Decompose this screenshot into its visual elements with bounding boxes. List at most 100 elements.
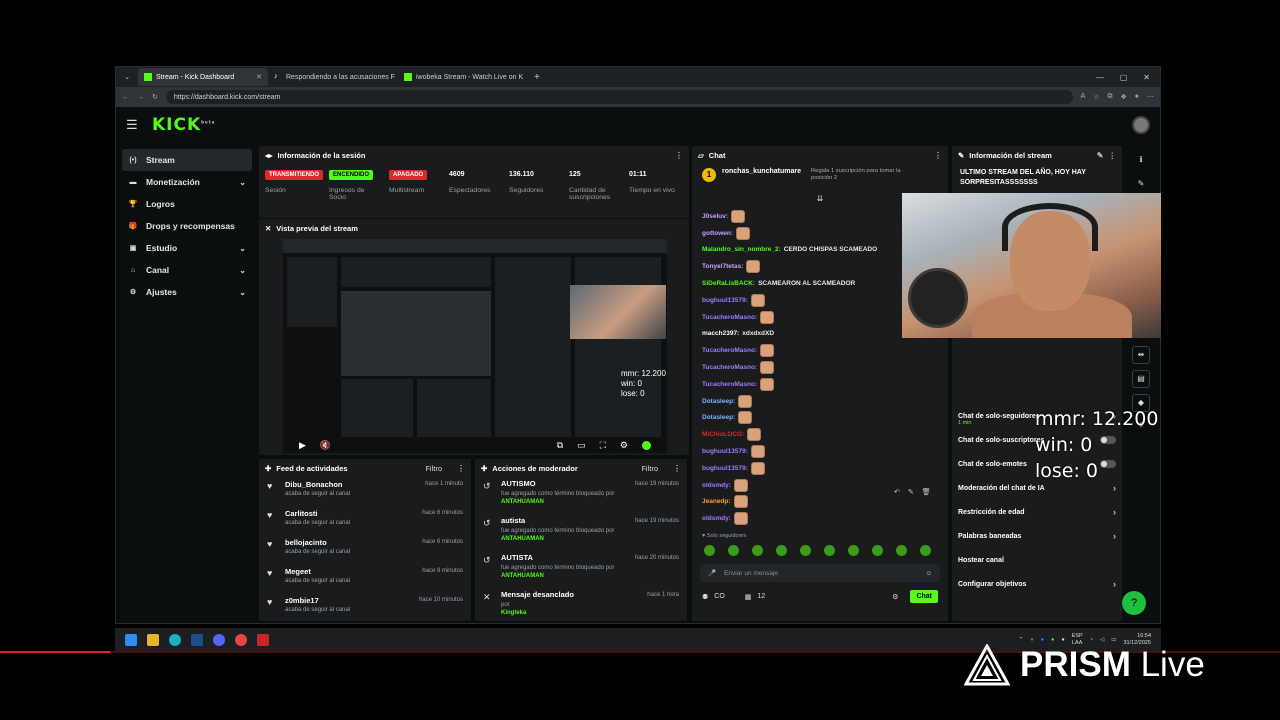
emoji-icon[interactable]: ☺ <box>925 570 932 577</box>
chat-message[interactable]: oldsmdy: <box>692 510 948 527</box>
collections-icon[interactable]: ❖ <box>1120 93 1126 101</box>
chat-settings-icon[interactable]: ⚙ <box>892 593 898 601</box>
setting-row[interactable]: Configurar objetivos › <box>952 572 1122 596</box>
emote-4-icon[interactable] <box>776 545 787 557</box>
feed-filter-button[interactable]: Filtro <box>425 464 442 473</box>
sidebar-item-canal[interactable]: ⌂ Canal ⌄ <box>122 259 252 281</box>
list-item[interactable]: ♥ Dibu_Bonachon acaba de seguir al canal ha… <box>259 477 471 506</box>
play-icon[interactable]: ▶ <box>299 440 306 451</box>
windows-start-icon[interactable] <box>125 634 137 646</box>
tray-app2-icon[interactable]: ● <box>1041 637 1044 643</box>
emote-7-icon[interactable] <box>848 545 859 557</box>
more-options-icon[interactable]: ⋮ <box>457 464 465 473</box>
chat-username[interactable]: gottowen: <box>702 230 733 237</box>
setting-row[interactable]: Palabras baneadas › <box>952 524 1122 548</box>
chevron-down-icon[interactable]: ⌄ <box>239 244 246 253</box>
more-options-icon[interactable]: ⋮ <box>1109 151 1117 160</box>
chat-message[interactable]: bughuul13579: <box>692 460 948 477</box>
unpin-icon[interactable]: ✕ <box>483 590 495 623</box>
setting-row[interactable]: Restricción de edad › <box>952 500 1122 524</box>
maximize-icon[interactable]: ▢ <box>1120 73 1128 82</box>
collapse-icon[interactable]: ✕ <box>265 224 271 233</box>
edit-icon[interactable]: ✎ <box>1097 151 1104 160</box>
undo-icon[interactable]: ↺ <box>483 516 495 549</box>
chevron-right-icon[interactable]: › <box>1113 483 1116 493</box>
list-item[interactable]: ♥ bellojacinto acaba de seguir al canal hac… <box>259 535 471 564</box>
help-icon[interactable]: ? <box>1122 591 1146 615</box>
stream-preview-video[interactable]: mmr: 12.200 win: 0 lose: 0 ▶ 🔇 ⧉ ▭ ⛶ ⚙ <box>283 239 667 453</box>
menu-icon[interactable]: ☰ <box>126 117 146 133</box>
file-explorer-icon[interactable] <box>147 634 159 646</box>
pencil-icon[interactable]: ✎ <box>1132 176 1150 194</box>
chat-username[interactable]: TucacheroMasno: <box>702 347 757 354</box>
emote-2-icon[interactable] <box>728 545 739 557</box>
chat-username[interactable]: oldsmdy: <box>702 482 731 489</box>
avatar[interactable] <box>1132 116 1150 134</box>
reload-icon[interactable]: ↻ <box>152 93 158 101</box>
list-item[interactable]: ↺ AUTISMO fue agregado como término bloque… <box>475 477 687 514</box>
list-item[interactable]: ♥ Megeet acaba de seguir al canal hace 8 mi… <box>259 564 471 593</box>
chevron-right-icon[interactable]: › <box>1113 579 1116 589</box>
list-item[interactable]: ↺ autista fue agregado como término bloque… <box>475 514 687 551</box>
emote-1-icon[interactable] <box>704 545 715 557</box>
close-tab-icon[interactable]: ✕ <box>256 73 262 81</box>
chat-message[interactable]: bughuul13579: <box>692 443 948 460</box>
minimize-icon[interactable]: — <box>1096 73 1104 82</box>
chat-message[interactable]: TucacheroMasno: <box>692 342 948 359</box>
theater-icon[interactable]: ▭ <box>577 440 586 451</box>
list-item[interactable]: ♥ Carlitosti acaba de seguir al canal hace … <box>259 506 471 535</box>
settings-icon[interactable]: ⚙ <box>620 440 628 451</box>
more-options-icon[interactable]: ⋮ <box>675 151 683 160</box>
tab-tiktok[interactable]: ♪ Respondiendo a las acusaciones F ✕ <box>268 68 398 86</box>
sidebar-item-estudio[interactable]: ▣ Estudio ⌄ <box>122 237 252 259</box>
pip-icon[interactable]: ⧉ <box>557 440 563 451</box>
chat-username[interactable]: bughuul13579: <box>702 297 748 304</box>
chevron-down-icon[interactable]: ⌄ <box>239 266 246 275</box>
setting-row[interactable]: Hostear canal <box>952 548 1122 572</box>
chat-message[interactable]: Dotasleep: <box>692 410 948 427</box>
battery-icon[interactable]: ▭ <box>1111 637 1116 643</box>
chat-send-button[interactable]: Chat <box>910 590 938 604</box>
info-icon[interactable]: ℹ <box>1132 152 1150 170</box>
chevron-down-icon[interactable]: ⌄ <box>239 178 246 187</box>
emote-8-icon[interactable] <box>872 545 883 557</box>
chat-username[interactable]: MiChixLOCO: <box>702 431 744 438</box>
sidebar-item-monetización[interactable]: ▬ Monetización ⌄ <box>122 171 252 193</box>
edge-icon[interactable] <box>169 634 181 646</box>
chevron-right-icon[interactable]: › <box>1113 507 1116 517</box>
emote-9-icon[interactable] <box>896 545 907 557</box>
chat-username[interactable]: bughuul13579: <box>702 465 748 472</box>
emote-10-icon[interactable] <box>920 545 931 557</box>
wifi-icon[interactable]: ◔ <box>1090 637 1093 643</box>
mod-filter-button[interactable]: Filtro <box>641 464 658 473</box>
discord-icon[interactable] <box>213 634 225 646</box>
forward-icon[interactable]: → <box>137 94 144 101</box>
kick-logo[interactable]: KICKbeta <box>152 115 215 135</box>
emote-5-icon[interactable] <box>800 545 811 557</box>
sidebar-item-stream[interactable]: (•) Stream <box>122 149 252 171</box>
sidebar-item-drops[interactable]: 🎁 Drops y recompensas <box>122 215 252 237</box>
volume-icon[interactable]: ◁ <box>1100 637 1104 643</box>
chat-username[interactable]: Jeanedp: <box>702 498 731 505</box>
recorder-icon[interactable] <box>257 634 269 646</box>
list-item[interactable]: ♥ z0mbie17 acaba de seguir al canal hace 10… <box>259 593 471 622</box>
mute-icon[interactable]: 🔇 <box>320 440 331 451</box>
url-input[interactable]: https://dashboard.kick.com/stream <box>165 90 1073 104</box>
list-item[interactable]: ↺ AUTISTA fue agregado como término bloque… <box>475 551 687 588</box>
chat-username[interactable]: Tonyel7tetas: <box>702 263 743 270</box>
reply-icon[interactable]: ↶ <box>894 488 900 496</box>
emote-6-icon[interactable] <box>824 545 835 557</box>
users-icon[interactable]: ⚉ <box>702 593 708 601</box>
list-item[interactable]: ✕ Mensaje desanclado por Kingteka hace 1 hor… <box>475 588 687 625</box>
pin-icon[interactable]: ✎ <box>908 488 914 496</box>
app-icon[interactable] <box>235 634 247 646</box>
chat-username[interactable]: Dotasleep: <box>702 414 735 421</box>
chat-username[interactable]: Dotasleep: <box>702 398 735 405</box>
tray-app3-icon[interactable]: ● <box>1051 637 1054 643</box>
chat-message[interactable]: TucacheroMasno: <box>692 376 948 393</box>
chat-username[interactable]: oldsmdy: <box>702 515 731 522</box>
calendar-icon[interactable]: ▦ <box>745 593 752 601</box>
undo-icon[interactable]: ↺ <box>483 479 495 512</box>
tray-app-icon[interactable]: ● <box>1030 637 1033 643</box>
chat-message[interactable]: Jeanedp: <box>692 494 948 511</box>
